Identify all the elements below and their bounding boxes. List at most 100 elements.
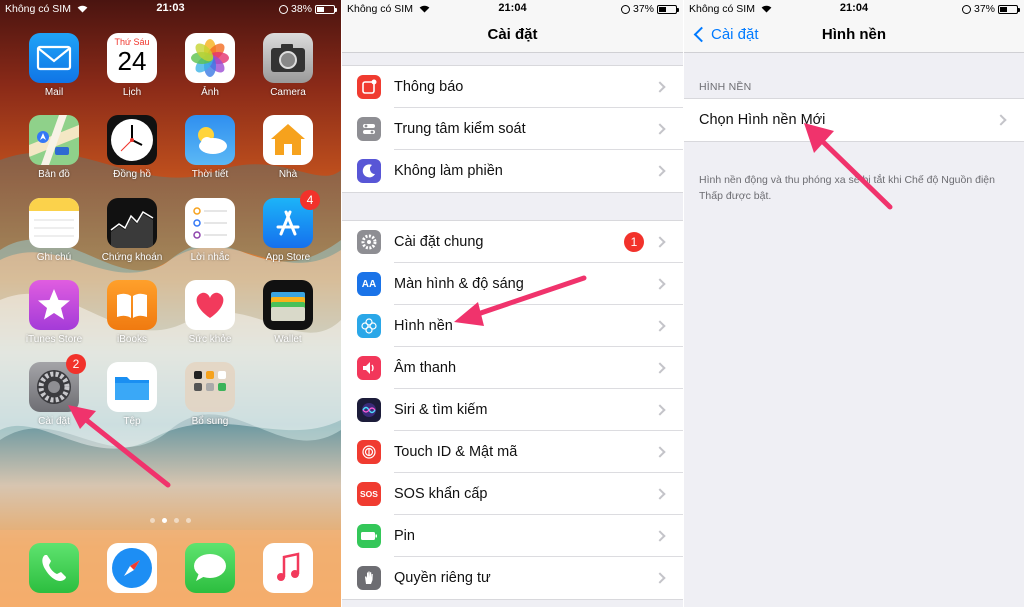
app-home[interactable]: Nhà xyxy=(253,115,323,180)
calendar-day: 24 xyxy=(117,46,147,76)
maps-icon xyxy=(29,115,79,165)
settings-row-general[interactable]: Cài đặt chung 1 xyxy=(342,221,683,263)
settings-row-display-brightness[interactable]: AA Màn hình & độ sáng xyxy=(342,263,683,305)
app-label: Ảnh xyxy=(201,87,219,98)
status-bar: Không có SIM 21:04 37% xyxy=(342,0,683,18)
app-stocks[interactable]: Chứng khoán xyxy=(97,198,167,263)
row-label: Không làm phiền xyxy=(394,163,503,179)
app-label: Cài đặt xyxy=(38,416,70,427)
app-camera[interactable]: Camera xyxy=(253,33,323,98)
settings-row-siri[interactable]: Siri & tìm kiếm xyxy=(342,389,683,431)
page-dot xyxy=(174,518,179,523)
chevron-right-icon xyxy=(654,278,666,290)
itunes-star-icon xyxy=(29,280,79,330)
notifications-icon xyxy=(357,75,381,99)
dock-safari[interactable] xyxy=(97,543,167,593)
app-wallet[interactable]: Wallet xyxy=(253,280,323,345)
rotation-lock-icon xyxy=(278,4,288,14)
chevron-right-icon xyxy=(654,236,666,248)
row-label: Cài đặt chung xyxy=(394,234,484,250)
row-label: Siri & tìm kiếm xyxy=(394,402,488,418)
app-itunes-store[interactable]: iTunes Store xyxy=(19,280,89,345)
app-label: Bản đồ xyxy=(38,169,70,180)
app-label: Wallet xyxy=(274,334,302,345)
app-ibooks[interactable]: iBooks xyxy=(97,280,167,345)
app-health[interactable]: Sức khỏe xyxy=(175,280,245,345)
messages-icon xyxy=(185,543,235,593)
settings-row-notifications[interactable]: Thông báo xyxy=(342,66,683,108)
chevron-right-icon xyxy=(654,404,666,416)
app-label: Đồng hồ xyxy=(113,169,151,180)
settings-row-do-not-disturb[interactable]: Không làm phiền xyxy=(342,150,683,192)
home-screen: Không có SIM 21:03 38% Mail Thứ Sáu 24 L… xyxy=(0,0,341,607)
app-photos[interactable]: Ảnh xyxy=(175,33,245,98)
notes-icon xyxy=(29,198,79,248)
chevron-right-icon xyxy=(654,123,666,135)
page-dot-active xyxy=(162,518,167,523)
settings-row-touch-id[interactable]: Touch ID & Mật mã xyxy=(342,431,683,473)
settings-row-control-center[interactable]: Trung tâm kiểm soát xyxy=(342,108,683,150)
row-label: Touch ID & Mật mã xyxy=(394,444,518,460)
settings-row-emergency-sos[interactable]: SOS SOS khẩn cấp xyxy=(342,473,683,515)
settings-row-wallpaper[interactable]: Hình nền xyxy=(342,305,683,347)
app-reminders[interactable]: Lời nhắc xyxy=(175,198,245,263)
wallpaper-screen: Không có SIM 21:04 37% Cài đặt Hình nền … xyxy=(684,0,1024,607)
phone-icon xyxy=(29,543,79,593)
settings-row-sounds[interactable]: Âm thanh xyxy=(342,347,683,389)
row-label: Màn hình & độ sáng xyxy=(394,276,524,292)
chevron-right-icon xyxy=(654,81,666,93)
battery-icon xyxy=(315,4,337,14)
page-dot xyxy=(150,518,155,523)
chevron-right-icon xyxy=(654,530,666,542)
extras-folder-icon xyxy=(185,362,235,412)
app-calendar[interactable]: Thứ Sáu 24 Lịch xyxy=(97,33,167,98)
settings-group-1: Thông báo Trung tâm kiểm soát Không làm … xyxy=(342,65,683,193)
chevron-right-icon xyxy=(654,320,666,332)
dock-phone[interactable] xyxy=(19,543,89,593)
display-aa-icon: AA xyxy=(357,272,381,296)
choose-new-wallpaper-row[interactable]: Chọn Hình nền Mới xyxy=(684,99,1024,141)
dock-messages[interactable] xyxy=(175,543,245,593)
app-extras-folder[interactable]: Bổ sung xyxy=(175,362,245,427)
settings-row-privacy[interactable]: Quyền riêng tư xyxy=(342,557,683,599)
dock-music[interactable] xyxy=(253,543,323,593)
row-label: Quyền riêng tư xyxy=(394,570,491,586)
page-title: Hình nền xyxy=(821,26,887,43)
wallpaper-group: Chọn Hình nền Mới xyxy=(684,98,1024,142)
row-label: Hình nền xyxy=(394,318,453,334)
app-label: Lời nhắc xyxy=(190,252,230,263)
battery-icon xyxy=(657,4,679,14)
sos-icon: SOS xyxy=(357,482,381,506)
safari-compass-icon xyxy=(107,543,157,593)
app-settings[interactable]: 2 Cài đặt xyxy=(19,354,89,427)
wallet-icon xyxy=(263,280,313,330)
app-notes[interactable]: Ghi chú xyxy=(19,198,89,263)
status-bar: Không có SIM 21:03 38% xyxy=(0,0,341,18)
settings-screen: Không có SIM 21:04 37% Cài đặt Thông báo… xyxy=(342,0,683,607)
app-label: Chứng khoán xyxy=(101,252,163,263)
siri-icon xyxy=(357,398,381,422)
app-maps[interactable]: Bản đồ xyxy=(19,115,89,180)
status-bar: Không có SIM 21:04 37% xyxy=(684,0,1024,18)
app-weather[interactable]: Thời tiết xyxy=(175,115,245,180)
settings-row-battery[interactable]: Pin xyxy=(342,515,683,557)
row-label: Âm thanh xyxy=(394,360,457,376)
app-mail[interactable]: Mail xyxy=(19,33,89,98)
chevron-right-icon xyxy=(995,114,1007,126)
app-clock[interactable]: Đồng hồ xyxy=(97,115,167,180)
app-files[interactable]: Tệp xyxy=(97,362,167,427)
app-app-store[interactable]: 4 App Store xyxy=(253,190,323,263)
app-label: iTunes Store xyxy=(25,334,83,345)
settings-group-2: Cài đặt chung 1 AA Màn hình & độ sáng Hì… xyxy=(342,220,683,600)
app-label: iBooks xyxy=(116,334,147,345)
hand-icon xyxy=(357,566,381,590)
page-indicator[interactable] xyxy=(0,518,341,523)
battery-icon xyxy=(357,524,381,548)
app-label: Bổ sung xyxy=(191,416,229,427)
weather-icon xyxy=(185,115,235,165)
notification-badge: 4 xyxy=(300,190,320,210)
footnote-text: Hình nền động và thu phóng xa sẽ bị tắt … xyxy=(699,174,995,202)
app-label: Mail xyxy=(44,87,64,98)
row-label: Pin xyxy=(394,528,415,544)
battery-icon xyxy=(998,4,1020,14)
